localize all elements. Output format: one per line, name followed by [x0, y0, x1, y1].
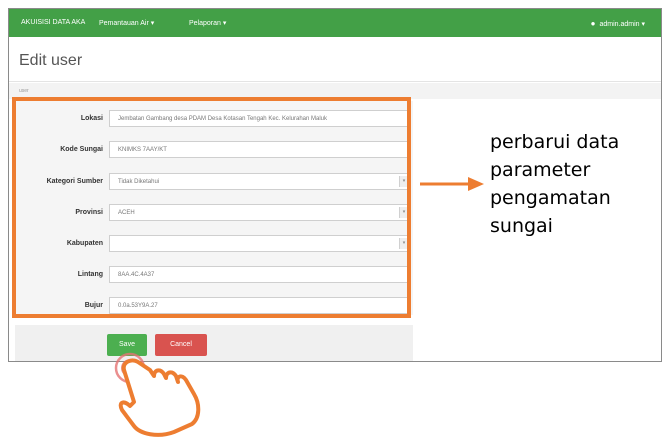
- title-divider: [9, 81, 661, 82]
- user-menu[interactable]: ● admin.admin ▾: [591, 19, 645, 28]
- user-menu-label: admin.admin ▾: [599, 21, 645, 28]
- brand-link[interactable]: AKUISISI DATA AKA: [21, 19, 85, 26]
- hand-pointer-icon: [114, 352, 201, 437]
- annotation-line-4: sungai: [490, 215, 553, 237]
- form-actions: [15, 325, 413, 361]
- annotation-line-2: parameter: [490, 159, 591, 181]
- annotation-callout: perbarui data parameter pengamatan sunga…: [490, 128, 660, 240]
- top-navbar: AKUISISI DATA AKA Pemantauan Air ▾ Pelap…: [9, 9, 661, 37]
- highlight-box: [12, 97, 411, 318]
- user-icon: ●: [590, 19, 596, 28]
- page-title: Edit user: [19, 52, 83, 69]
- menu-pelaporan[interactable]: Pelaporan ▾: [189, 19, 226, 27]
- menu-pemantauan[interactable]: Pemantauan Air ▾: [99, 19, 154, 27]
- annotation-line-1: perbarui data: [490, 131, 620, 153]
- annotation-line-3: pengamatan: [490, 187, 611, 209]
- breadcrumb[interactable]: user: [19, 88, 29, 94]
- arrow-right-icon: [420, 177, 484, 191]
